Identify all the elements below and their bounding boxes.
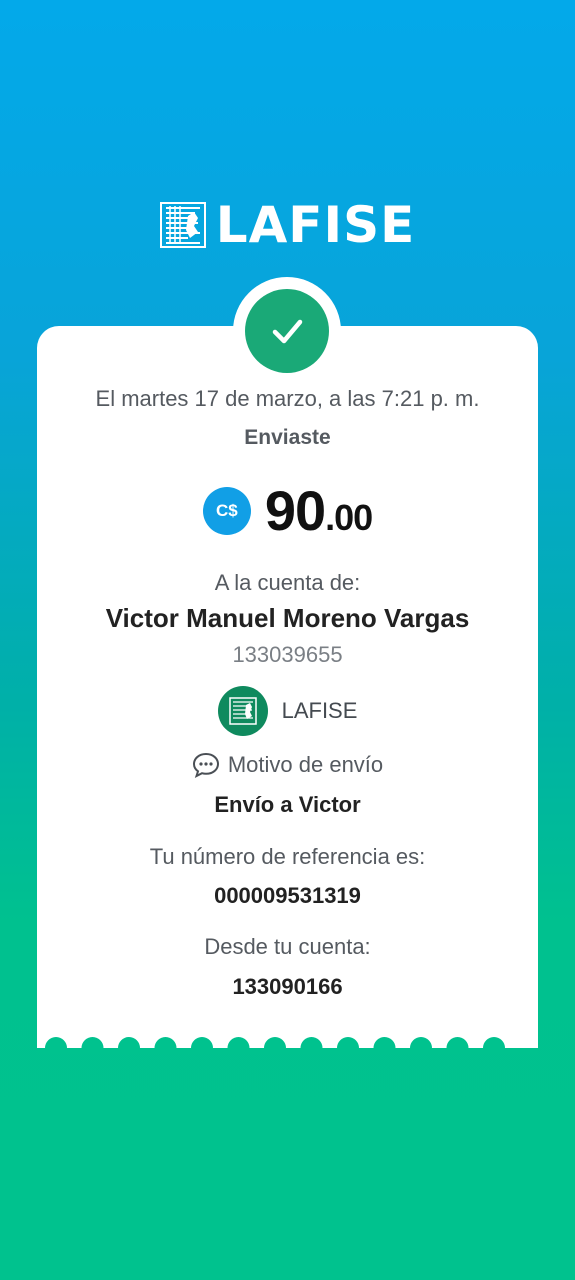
speech-bubble-icon [192, 752, 219, 778]
source-account-label: Desde tu cuenta: [204, 934, 371, 959]
brand-name: LAFISE [215, 196, 416, 254]
reference-label: Tu número de referencia es: [149, 844, 426, 869]
transaction-date: El martes 17 de marzo, a las 7:21 p. m. [95, 386, 480, 411]
recipient-label: A la cuenta de: [214, 570, 361, 595]
checkmark-icon [272, 319, 303, 344]
brand-logo: LAFISE [0, 196, 575, 254]
recipient-bank: LAFISE [37, 686, 538, 736]
bank-name: LAFISE [281, 698, 358, 723]
recipient-account: 133039655 [232, 642, 343, 667]
reason-label: Motivo de envío [227, 752, 384, 777]
source-account-number: 133090166 [232, 974, 343, 999]
reference-number: 000009531319 [214, 883, 361, 908]
transaction-action: Enviaste [244, 426, 331, 449]
lafise-map-logo-icon [159, 202, 206, 248]
amount-integer: 90 [264, 479, 326, 542]
lafise-bank-icon [217, 686, 268, 736]
recipient-name: Victor Manuel Moreno Vargas [105, 603, 470, 633]
reason-value: Envío a Victor [214, 792, 361, 817]
receipt-scalloped-edge [37, 1037, 538, 1054]
reason-header: Motivo de envío [37, 752, 538, 778]
success-badge [245, 289, 329, 373]
currency-badge: C$ [202, 486, 251, 535]
amount-row: C$ 90.00 [37, 478, 538, 543]
amount: 90.00 [264, 478, 373, 543]
amount-decimal: .00 [325, 497, 373, 538]
